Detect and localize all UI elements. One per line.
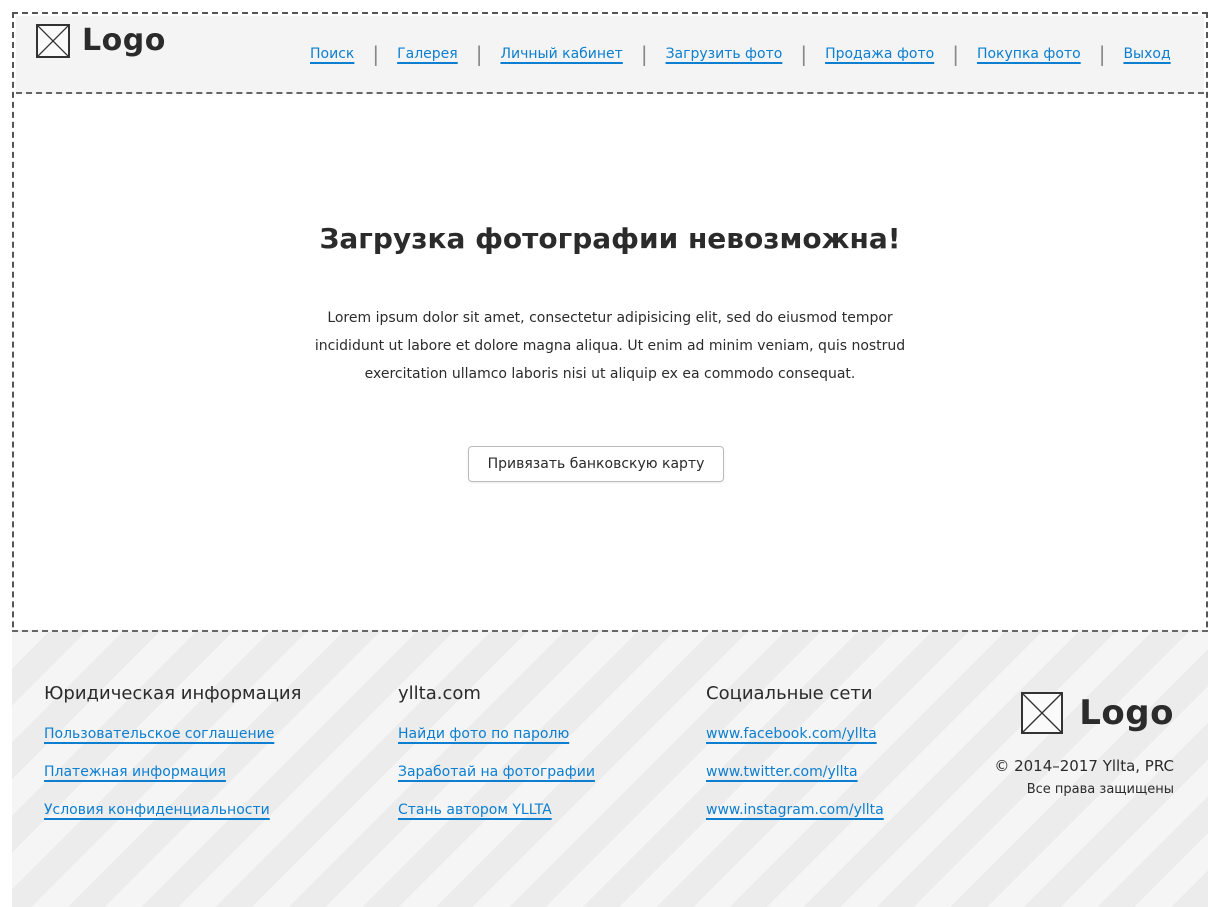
footer-link-twitter[interactable]: www.twitter.com/yllta xyxy=(706,762,884,782)
footer-link-payment-info[interactable]: Платежная информация xyxy=(44,762,301,782)
nav-separator: | xyxy=(1098,42,1106,66)
rights-text: Все права защищены xyxy=(1026,782,1174,797)
logo-placeholder-icon xyxy=(36,24,70,58)
logo-text: Logo xyxy=(82,23,166,58)
nav-link-search[interactable]: Поиск xyxy=(306,46,358,62)
footer-social-column: Социальные сети www.facebook.com/yllta w… xyxy=(706,682,884,838)
main-nav: Поиск | Галерея | Личный кабинет | Загру… xyxy=(306,40,1175,68)
site-footer: Юридическая информация Пользовательское … xyxy=(12,630,1208,907)
nav-separator: | xyxy=(640,42,648,66)
nav-link-gallery[interactable]: Галерея xyxy=(393,46,462,62)
bind-card-button[interactable]: Привязать банковскую карту xyxy=(468,446,724,482)
nav-link-logout[interactable]: Выход xyxy=(1119,46,1174,62)
footer-site-column: yllta.com Найди фото по паролю Заработай… xyxy=(398,682,595,838)
footer-site-heading: yllta.com xyxy=(398,683,481,704)
logo-placeholder-icon xyxy=(1021,692,1064,734)
footer-social-heading: Социальные сети xyxy=(706,683,873,704)
footer-link-instagram[interactable]: www.instagram.com/yllta xyxy=(706,800,884,820)
footer-link-earn[interactable]: Заработай на фотографии xyxy=(398,762,595,782)
footer-logo[interactable]: Logo xyxy=(994,692,1174,734)
nav-separator: | xyxy=(800,42,808,66)
nav-link-upload[interactable]: Загрузить фото xyxy=(662,46,787,62)
footer-logo-text: Logo xyxy=(1079,693,1174,733)
footer-brand: Logo © 2014–2017 Yllta, PRC Все права за… xyxy=(994,692,1174,800)
main-content: Загрузка фотографии невозможна! Lorem ip… xyxy=(16,94,1204,630)
header-logo[interactable]: Logo xyxy=(36,24,166,58)
footer-link-find-photo[interactable]: Найди фото по паролю xyxy=(398,724,595,744)
nav-link-account[interactable]: Личный кабинет xyxy=(496,46,626,62)
error-description: Lorem ipsum dolor sit amet, consectetur … xyxy=(314,310,906,382)
nav-separator: | xyxy=(475,42,483,66)
footer-link-user-agreement[interactable]: Пользовательское соглашение xyxy=(44,724,301,744)
nav-separator: | xyxy=(372,42,380,66)
nav-link-sell[interactable]: Продажа фото xyxy=(821,46,938,62)
site-header: Logo Поиск | Галерея | Личный кабинет | … xyxy=(16,16,1204,94)
footer-link-privacy[interactable]: Условия конфиденциальности xyxy=(44,800,301,820)
nav-link-buy[interactable]: Покупка фото xyxy=(973,46,1085,62)
footer-link-facebook[interactable]: www.facebook.com/yllta xyxy=(706,724,884,744)
footer-legal-heading: Юридическая информация xyxy=(44,683,302,704)
footer-link-become-author[interactable]: Стань автором YLLTA xyxy=(398,800,595,820)
nav-separator: | xyxy=(952,42,959,66)
copyright-text: © 2014–2017 Yllta, PRC xyxy=(994,757,1174,775)
page-title: Загрузка фотографии невозможна! xyxy=(319,222,901,255)
footer-legal-column: Юридическая информация Пользовательское … xyxy=(44,682,301,838)
